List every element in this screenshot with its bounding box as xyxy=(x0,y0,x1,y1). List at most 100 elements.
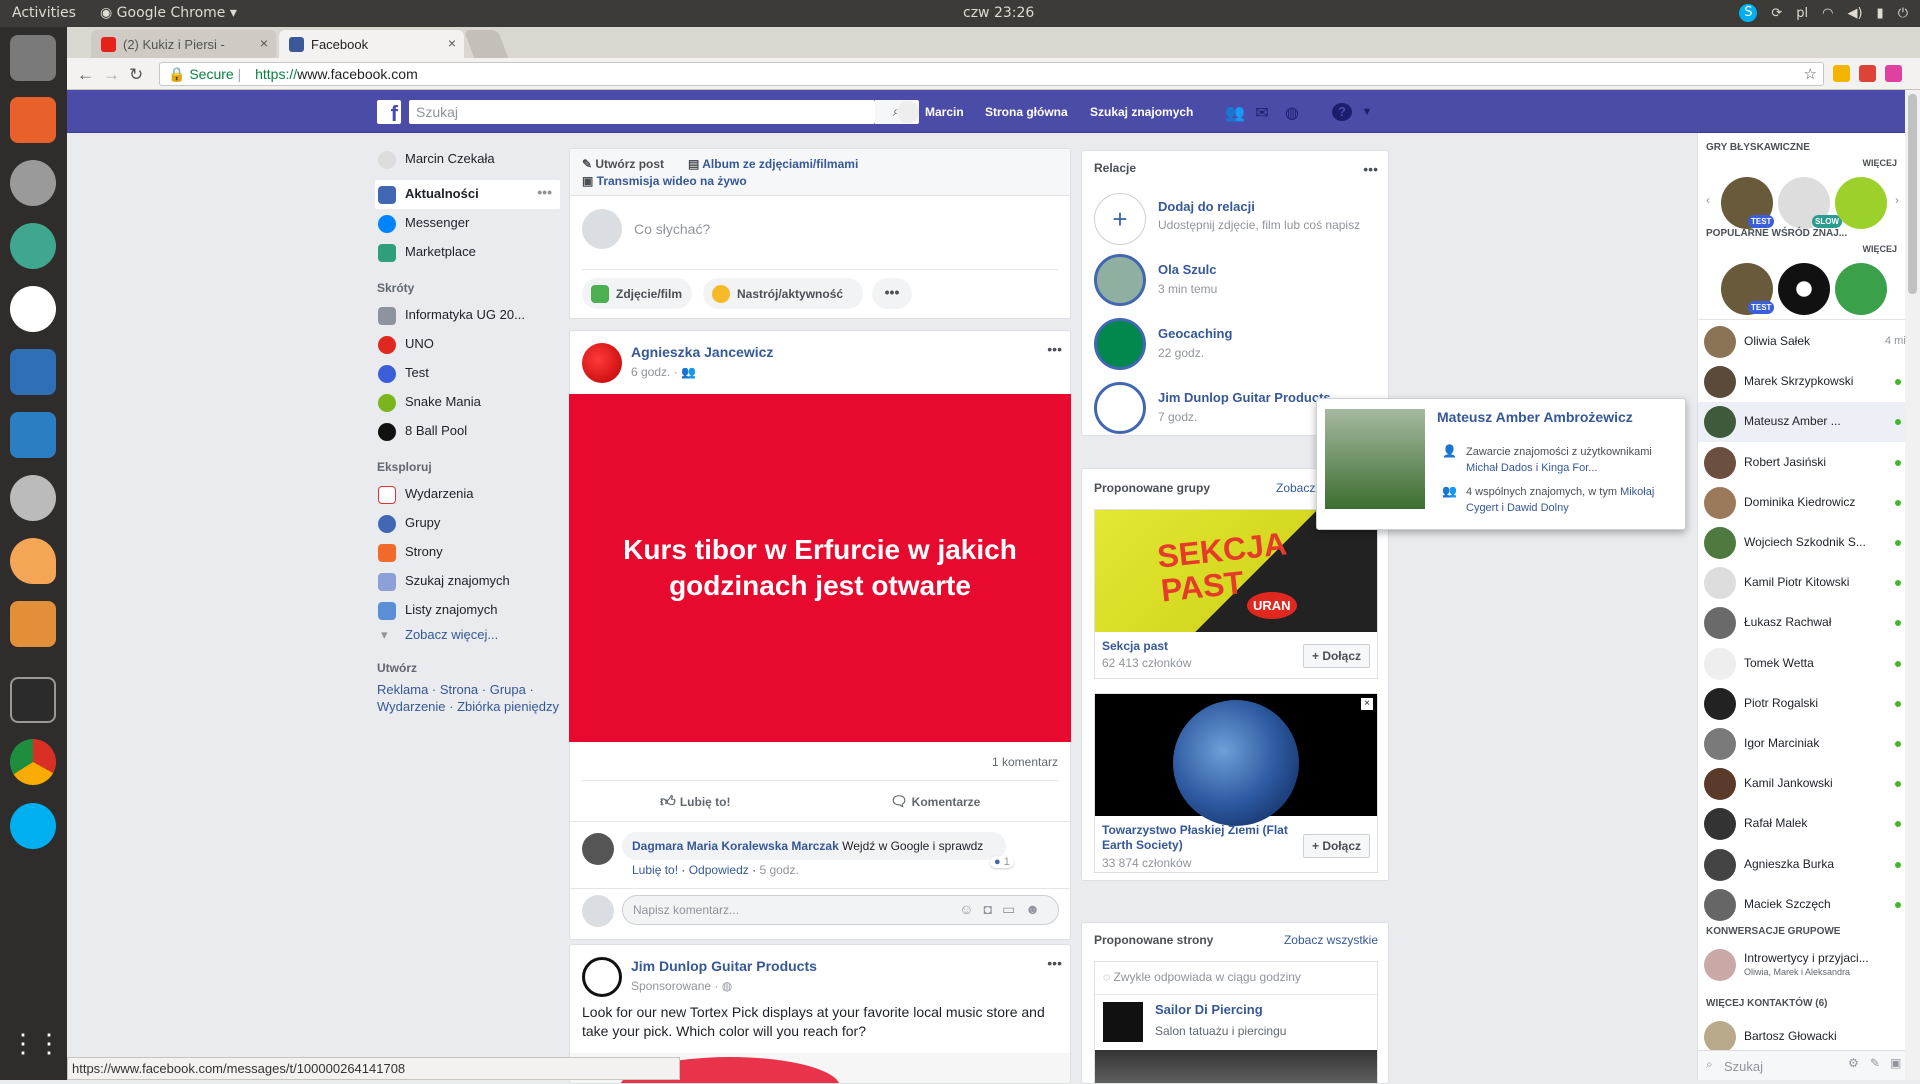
volume-icon[interactable]: ◀) xyxy=(1847,6,1862,21)
group-name[interactable]: Sekcja past xyxy=(1102,639,1168,653)
settings-icon[interactable]: ⚙ xyxy=(1848,1056,1859,1070)
tab-youtube[interactable]: (2) Kukiz i Piersi - × xyxy=(91,30,276,58)
mutual-link[interactable]: Cygert i Dawid Dolny xyxy=(1466,502,1569,514)
create-event-link[interactable]: Wydarzenie xyxy=(377,699,446,714)
create-ad-link[interactable]: Reklama xyxy=(377,682,428,697)
comment-reply-link[interactable]: Odpowiedz xyxy=(689,863,749,877)
post-time[interactable]: 6 godz. · 👥 xyxy=(631,365,696,379)
messenger-icon[interactable]: ✉ xyxy=(1252,103,1272,122)
chrome-dock-icon[interactable] xyxy=(10,739,56,785)
eight-ball-icon[interactable] xyxy=(1778,263,1830,315)
new-group-icon[interactable]: ▣ xyxy=(1890,1056,1901,1070)
vscode-icon[interactable] xyxy=(10,412,56,458)
writer-icon[interactable] xyxy=(10,349,56,395)
shortcut-item[interactable]: Informatyka UG 20... xyxy=(375,301,560,330)
carousel-right-icon[interactable]: › xyxy=(1895,193,1899,207)
post-author[interactable]: Jim Dunlop Guitar Products xyxy=(631,958,817,974)
power-icon[interactable]: ⏻ xyxy=(1898,6,1908,21)
post-menu-icon[interactable]: ••• xyxy=(1047,341,1062,357)
sync-tray-icon[interactable]: ⟳ xyxy=(1771,6,1782,21)
orange-app-icon[interactable] xyxy=(10,538,56,584)
emoji-icon[interactable]: ☺ xyxy=(959,901,983,917)
skype-tray-icon[interactable]: S xyxy=(1739,4,1758,22)
wifi-icon[interactable]: ◠ xyxy=(1822,6,1833,21)
app-menu[interactable]: ◉ Google Chrome ▾ xyxy=(100,5,237,21)
bookmark-star-icon[interactable]: ☆ xyxy=(1804,65,1817,83)
settings-icon[interactable] xyxy=(10,160,56,206)
chat-search-input[interactable]: Szukaj xyxy=(1724,1059,1763,1074)
reaction-count[interactable]: ● 1 xyxy=(990,856,1014,868)
album-tab[interactable]: ▤ Album ze zdjęciami/filmami xyxy=(688,157,858,171)
create-group-link[interactable]: Grupa xyxy=(490,682,526,697)
dismiss-icon[interactable]: × xyxy=(1361,698,1373,710)
contact-item[interactable]: Maciek Szczęch xyxy=(1698,885,1919,925)
comment-button[interactable]: 🗨︎ Komentarze xyxy=(890,793,980,810)
reload-icon[interactable]: ↻ xyxy=(129,65,143,85)
atom-icon[interactable] xyxy=(10,223,56,269)
games-more-link[interactable]: WIĘCEJ xyxy=(1862,158,1897,168)
sidebar-item-groups[interactable]: Grupy xyxy=(375,509,560,538)
join-group-button[interactable]: + Dołącz xyxy=(1302,644,1370,668)
impress-icon[interactable] xyxy=(10,601,56,647)
droplet-app-icon[interactable] xyxy=(10,286,56,332)
hovercard-photo[interactable] xyxy=(1325,409,1425,509)
contact-item[interactable]: Kamil Jankowski xyxy=(1698,764,1919,804)
status-input[interactable]: Co słychać? xyxy=(634,221,710,237)
friendship-link[interactable]: Michał Dados i Kinga For... xyxy=(1466,462,1597,474)
game-icon[interactable] xyxy=(1835,177,1887,229)
more-options-button[interactable]: ••• xyxy=(872,278,912,309)
shortcut-item[interactable]: Test xyxy=(375,359,560,388)
pages-see-all-link[interactable]: Zobacz wszystkie xyxy=(1284,933,1378,947)
comment-time[interactable]: 5 godz. xyxy=(759,863,798,877)
tab-close-icon[interactable]: × xyxy=(260,35,268,51)
tab-facebook[interactable]: Facebook × xyxy=(279,30,464,58)
comment-author[interactable]: Dagmara Maria Koralewska Marczak xyxy=(632,839,839,853)
comment-input[interactable]: Napisz komentarz... ☺◘▭☻ xyxy=(622,895,1059,925)
skype-dock-icon[interactable] xyxy=(10,803,56,849)
forward-icon[interactable]: → xyxy=(103,65,120,85)
like-button[interactable]: 👍︎ Lubię to! xyxy=(660,793,731,811)
clock[interactable]: czw 23:26 xyxy=(963,5,1034,21)
scrollbar-thumb[interactable] xyxy=(1908,94,1917,294)
tab-close-icon[interactable]: × xyxy=(448,35,456,51)
contact-item[interactable]: Łukasz Rachwał xyxy=(1698,603,1919,643)
groups-see-all-link[interactable]: Zobacz xyxy=(1276,481,1315,495)
contact-item[interactable]: Marek Skrzypkowski xyxy=(1698,362,1919,402)
avatar[interactable] xyxy=(582,833,614,865)
contact-item[interactable]: Kamil Piotr Kitowski xyxy=(1698,563,1919,603)
new-tab-button[interactable] xyxy=(463,30,509,58)
shortcut-item[interactable]: 8 Ball Pool xyxy=(375,417,560,446)
avatar[interactable] xyxy=(582,343,622,383)
create-page-link[interactable]: Strona xyxy=(440,682,478,697)
extension-icon-3[interactable] xyxy=(1885,65,1902,82)
facebook-logo[interactable]: f xyxy=(377,100,401,126)
create-post-tab[interactable]: ✎ Utwórz post xyxy=(582,157,664,171)
page-cover[interactable] xyxy=(1095,1050,1377,1083)
post-author[interactable]: Agnieszka Jancewicz xyxy=(631,344,773,360)
shortcut-item[interactable]: Snake Mania xyxy=(375,388,560,417)
popular-more-link[interactable]: WIĘCEJ xyxy=(1862,244,1897,254)
show-apps-icon[interactable]: ⋮⋮ xyxy=(10,1020,62,1066)
software-center-icon[interactable] xyxy=(10,97,56,143)
sticker-icon[interactable]: ☻ xyxy=(1025,901,1050,917)
group-conversation[interactable]: Introwertycy i przyjaci... Oliwia, Marek… xyxy=(1698,945,1919,985)
eyes-app-icon[interactable] xyxy=(10,475,56,521)
find-friends-link[interactable]: Szukaj znajomych xyxy=(1090,105,1193,119)
account-menu-icon[interactable]: ▼ xyxy=(1357,103,1377,121)
page-name[interactable]: Sailor Di Piercing xyxy=(1155,1002,1263,1017)
search-input[interactable]: Szukaj xyxy=(409,100,875,124)
contact-item[interactable]: Rafał Malek xyxy=(1698,804,1919,844)
contact-item[interactable]: Tomek Wetta xyxy=(1698,644,1919,684)
join-group-button[interactable]: + Dołącz xyxy=(1302,834,1370,858)
url-input[interactable]: 🔒 Secure | https://www.facebook.com ☆ xyxy=(159,62,1824,86)
page-scrollbar[interactable] xyxy=(1905,90,1920,1080)
group-name[interactable]: Towarzystwo Płaskiej Ziemi (Flat Earth S… xyxy=(1102,823,1302,853)
contact-item[interactable]: Robert Jasiński xyxy=(1698,443,1919,483)
profile-link[interactable]: Marcin xyxy=(925,105,964,119)
back-icon[interactable]: ← xyxy=(77,65,94,85)
sidebar-item-marketplace[interactable]: Marketplace xyxy=(375,238,560,267)
game-icon[interactable] xyxy=(1835,263,1887,315)
help-icon[interactable]: ? xyxy=(1332,103,1352,121)
sidebar-item-find-friends[interactable]: Szukaj znajomych xyxy=(375,567,560,596)
sidebar-item-pages[interactable]: Strony xyxy=(375,538,560,567)
